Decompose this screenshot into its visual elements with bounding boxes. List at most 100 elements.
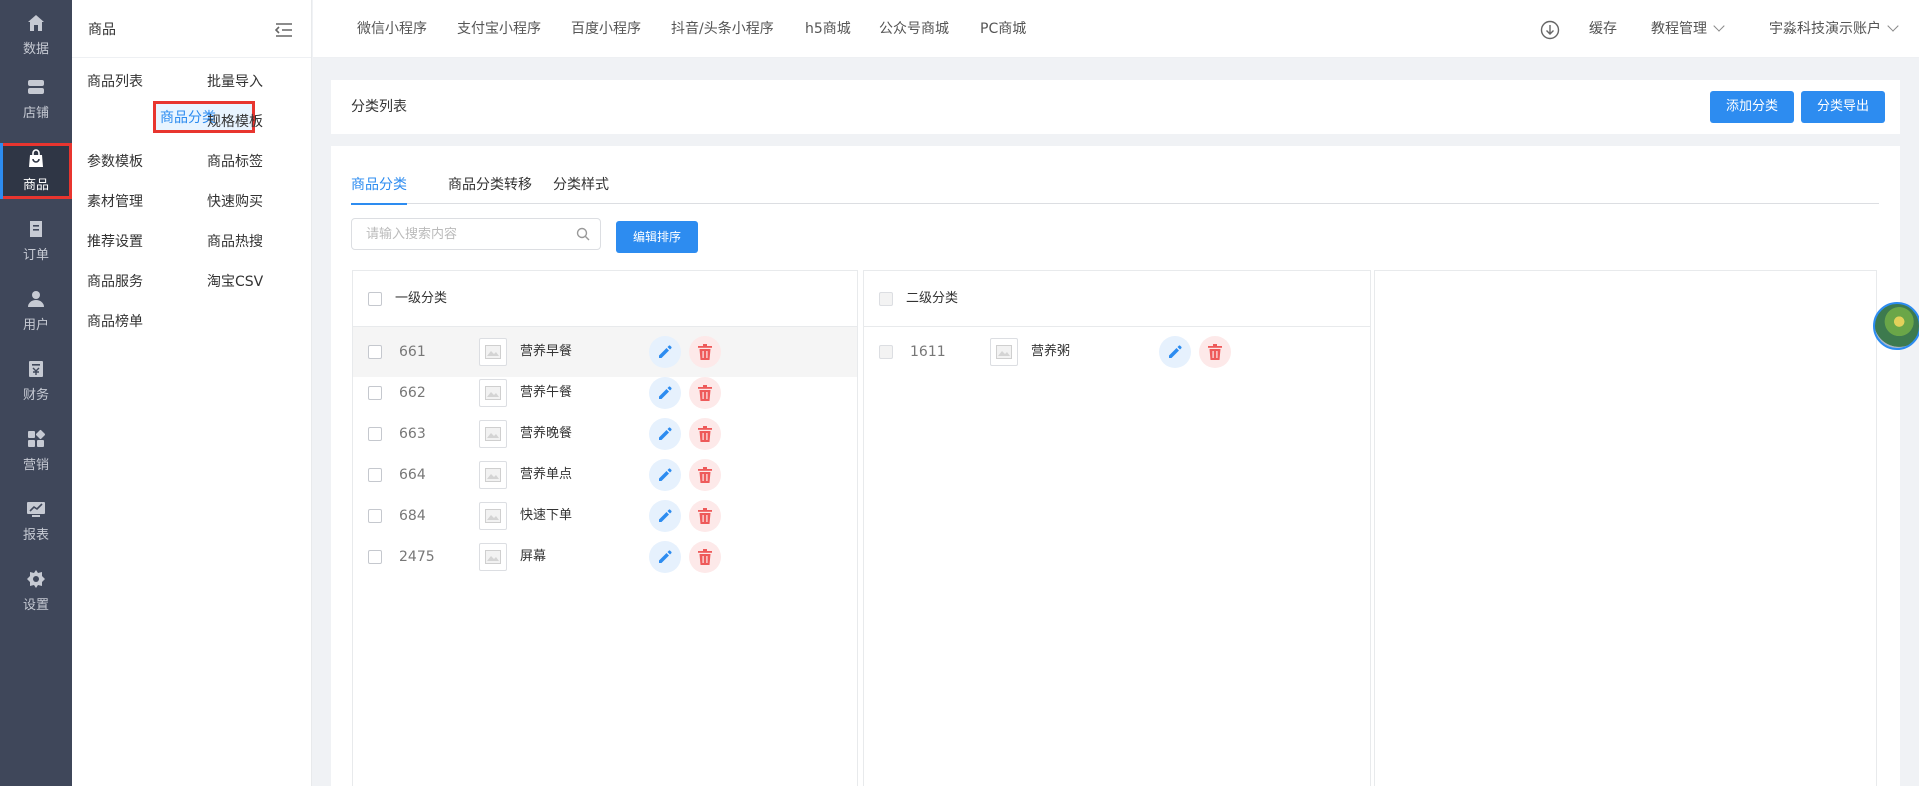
page-title: 分类列表	[351, 99, 407, 115]
menu-spec-template[interactable]: 规格模板	[207, 111, 263, 131]
level2-title: 二级分类	[906, 291, 959, 306]
search-icon[interactable]	[576, 227, 590, 241]
row-checkbox[interactable]	[368, 386, 382, 400]
delete-trash-icon[interactable]	[689, 336, 721, 368]
edit-pencil-icon[interactable]	[1159, 336, 1191, 368]
tab-goods-category[interactable]: 商品分类	[351, 174, 407, 205]
rail-item-marketing[interactable]: 营销	[0, 416, 72, 486]
nav-baidu-miniprogram[interactable]: 百度小程序	[571, 0, 641, 58]
nav-pc-mall[interactable]: PC商城	[980, 0, 1026, 58]
order-icon	[26, 219, 46, 239]
shopping-bag-icon	[26, 149, 46, 169]
delete-trash-icon[interactable]	[689, 418, 721, 450]
delete-trash-icon[interactable]	[689, 500, 721, 532]
nav-alipay-miniprogram[interactable]: 支付宝小程序	[457, 0, 541, 58]
row-checkbox[interactable]	[368, 345, 382, 359]
rail-item-user[interactable]: 用户	[0, 276, 72, 346]
level2-category-panel: 二级分类 1611 营养粥	[863, 270, 1371, 786]
category-list-header: 分类列表 添加分类 分类导出	[331, 80, 1900, 134]
nav-official-account-mall[interactable]: 公众号商城	[879, 0, 949, 58]
tutorial-menu[interactable]: 教程管理	[1651, 0, 1725, 58]
category-row[interactable]: 2475 屏幕	[353, 532, 857, 582]
report-icon	[26, 499, 46, 519]
nav-douyin-miniprogram[interactable]: 抖音/头条小程序	[671, 0, 774, 58]
delete-trash-icon[interactable]	[689, 377, 721, 409]
category-id: 1611	[910, 344, 946, 360]
category-name: 屏幕	[520, 549, 547, 564]
floating-avatar[interactable]	[1873, 302, 1919, 350]
rail-item-label: 商品	[22, 178, 49, 193]
row-checkbox[interactable]	[368, 468, 382, 482]
menu-material[interactable]: 素材管理	[87, 191, 143, 211]
add-category-button[interactable]: 添加分类	[1710, 91, 1795, 123]
nav-wechat-miniprogram[interactable]: 微信小程序	[357, 0, 427, 58]
download-icon[interactable]	[1540, 20, 1560, 40]
edit-pencil-icon[interactable]	[649, 377, 681, 409]
rail-item-label: 报表	[22, 528, 49, 543]
rail-item-data[interactable]: 数据	[0, 0, 72, 70]
image-placeholder-icon	[479, 379, 507, 407]
menu-goods-service[interactable]: 商品服务	[87, 271, 143, 291]
submenu-header: 商品	[72, 0, 311, 58]
rail-item-label: 设置	[22, 598, 49, 613]
menu-batch-import[interactable]: 批量导入	[207, 71, 263, 91]
rail-item-label: 订单	[22, 248, 49, 263]
secondary-menu: 商品 商品列表 商品分类 参数模板 素材管理 推荐设置 商品服务 商品榜单 批量…	[72, 0, 312, 786]
rail-item-finance[interactable]: 财务	[0, 346, 72, 416]
edit-pencil-icon[interactable]	[649, 541, 681, 573]
store-icon	[26, 77, 46, 97]
menu-goods-ranking[interactable]: 商品榜单	[87, 311, 143, 331]
menu-goods-tags[interactable]: 商品标签	[207, 151, 263, 171]
category-row[interactable]: 1611 营养粥	[864, 327, 1370, 377]
edit-pencil-icon[interactable]	[649, 418, 681, 450]
rail-item-goods[interactable]: 商品	[0, 143, 72, 199]
menu-goods-list[interactable]: 商品列表	[87, 71, 143, 91]
rail-item-label: 数据	[22, 42, 49, 57]
rail-item-label: 店铺	[22, 106, 49, 121]
tutorial-label: 教程管理	[1651, 21, 1707, 37]
level2-header: 二级分类	[864, 271, 1370, 327]
level3-category-panel	[1374, 270, 1877, 786]
nav-h5-mall[interactable]: h5商城	[805, 0, 851, 58]
rail-item-report[interactable]: 报表	[0, 486, 72, 556]
edit-pencil-icon[interactable]	[649, 336, 681, 368]
delete-trash-icon[interactable]	[689, 459, 721, 491]
edit-sort-button[interactable]: 编辑排序	[616, 221, 699, 253]
row-checkbox[interactable]	[879, 345, 893, 359]
menu-hot-search[interactable]: 商品热搜	[207, 231, 263, 251]
account-label: 宇淼科技演示账户	[1769, 21, 1881, 37]
delete-trash-icon[interactable]	[689, 541, 721, 573]
tab-category-transfer[interactable]: 商品分类转移	[448, 174, 532, 204]
select-all-checkbox[interactable]	[879, 292, 893, 306]
cache-button[interactable]: 缓存	[1589, 0, 1617, 58]
collapse-menu-icon[interactable]	[274, 22, 293, 37]
delete-trash-icon[interactable]	[1199, 336, 1231, 368]
select-all-checkbox[interactable]	[368, 292, 382, 306]
menu-param-template[interactable]: 参数模板	[87, 151, 143, 171]
row-checkbox[interactable]	[368, 550, 382, 564]
edit-pencil-icon[interactable]	[649, 459, 681, 491]
rail-item-settings[interactable]: 设置	[0, 556, 72, 626]
chevron-down-icon	[1713, 20, 1725, 32]
row-checkbox[interactable]	[368, 427, 382, 441]
menu-taobao-csv[interactable]: 淘宝CSV	[207, 271, 263, 291]
rail-item-order[interactable]: 订单	[0, 206, 72, 276]
rail-item-store[interactable]: 店铺	[0, 64, 72, 134]
export-category-button[interactable]: 分类导出	[1801, 91, 1886, 123]
category-main-card: 商品分类 商品分类转移 分类样式 编辑排序 一级分类 661 营养早餐 662 …	[331, 146, 1900, 786]
rail-item-label: 财务	[22, 388, 49, 403]
menu-recommend[interactable]: 推荐设置	[87, 231, 143, 251]
image-placeholder-icon	[479, 543, 507, 571]
edit-pencil-icon[interactable]	[649, 500, 681, 532]
tab-category-style[interactable]: 分类样式	[553, 174, 609, 204]
image-placeholder-icon	[990, 338, 1018, 366]
category-tabs: 商品分类 商品分类转移 分类样式	[351, 174, 1879, 205]
level1-category-panel: 一级分类 661 营养早餐 662 营养午餐 663 营养晚餐 664 营养单点…	[352, 270, 858, 786]
menu-quick-buy[interactable]: 快速购买	[207, 191, 263, 211]
search-input[interactable]	[352, 219, 572, 249]
account-menu[interactable]: 宇淼科技演示账户	[1769, 0, 1899, 58]
rail-item-label: 营销	[22, 458, 49, 473]
marketing-icon	[26, 429, 46, 449]
row-checkbox[interactable]	[368, 509, 382, 523]
submenu-title: 商品	[88, 21, 116, 38]
